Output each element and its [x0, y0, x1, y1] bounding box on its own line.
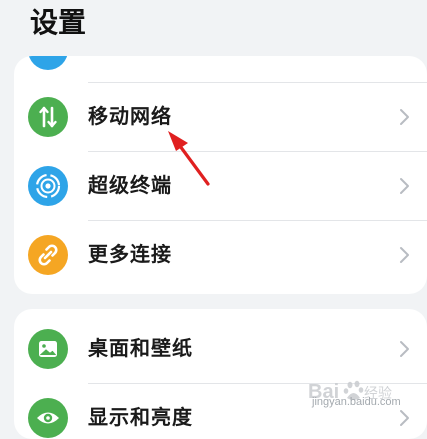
watermark-text: jingyan.baidu.com — [312, 396, 401, 408]
settings-item-desktop-wallpaper[interactable]: 桌面和壁纸 — [14, 315, 427, 383]
chevron-right-icon — [400, 247, 409, 263]
settings-item-label: 显示和亮度 — [88, 405, 193, 429]
super-device-icon — [28, 166, 68, 206]
settings-item-label: 超级终端 — [88, 173, 172, 197]
link-icon — [28, 235, 68, 275]
settings-item-label: 移动网络 — [88, 104, 172, 128]
page-title: 设置 — [30, 6, 87, 39]
chevron-right-icon — [400, 341, 409, 357]
chevron-right-icon — [400, 178, 409, 194]
settings-card-connectivity: 移动网络 超级终端 更多连接 — [14, 56, 427, 294]
settings-item-more-connections[interactable]: 更多连接 — [14, 221, 427, 289]
settings-item-super-device[interactable]: 超级终端 — [14, 152, 427, 220]
eye-icon — [28, 398, 68, 438]
mobile-data-icon — [28, 97, 68, 137]
settings-item-label: 桌面和壁纸 — [88, 336, 193, 360]
settings-item-mobile-network[interactable]: 移动网络 — [14, 83, 427, 151]
partially-visible-item-icon — [28, 56, 68, 70]
wallpaper-icon — [28, 329, 68, 369]
chevron-right-icon — [400, 109, 409, 125]
settings-item-label: 更多连接 — [88, 242, 172, 266]
